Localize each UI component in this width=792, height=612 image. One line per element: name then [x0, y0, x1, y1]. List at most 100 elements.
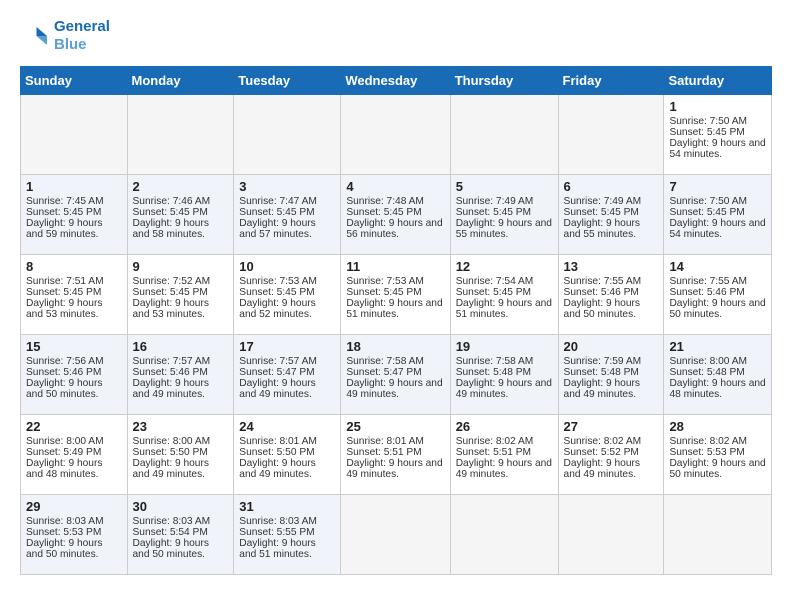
day-number: 16: [133, 339, 229, 354]
day-number: 4: [346, 179, 444, 194]
sunset: Sunset: 5:47 PM: [346, 367, 421, 378]
daylight: Daylight: 9 hours and 55 minutes.: [456, 218, 552, 240]
calendar-cell: 9 Sunrise: 7:52 AM Sunset: 5:45 PM Dayli…: [127, 255, 234, 335]
sunrise: Sunrise: 7:58 AM: [346, 356, 424, 367]
page: General Blue SundayMondayTuesdayWednesda…: [0, 0, 792, 585]
calendar-cell: 4 Sunrise: 7:48 AM Sunset: 5:45 PM Dayli…: [341, 175, 450, 255]
sunrise: Sunrise: 8:00 AM: [669, 356, 747, 367]
calendar-cell: 20 Sunrise: 7:59 AM Sunset: 5:48 PM Dayl…: [558, 335, 664, 415]
day-number: 11: [346, 259, 444, 274]
daylight: Daylight: 9 hours and 48 minutes.: [669, 378, 765, 400]
calendar-cell: 8 Sunrise: 7:51 AM Sunset: 5:45 PM Dayli…: [21, 255, 128, 335]
sunrise: Sunrise: 7:48 AM: [346, 196, 424, 207]
daylight: Daylight: 9 hours and 50 minutes.: [669, 298, 765, 320]
day-number: 14: [669, 259, 766, 274]
sunset: Sunset: 5:45 PM: [26, 287, 101, 298]
daylight: Daylight: 9 hours and 57 minutes.: [239, 218, 315, 240]
calendar-cell: 12 Sunrise: 7:54 AM Sunset: 5:45 PM Dayl…: [450, 255, 558, 335]
daylight: Daylight: 9 hours and 53 minutes.: [26, 298, 102, 320]
sunset: Sunset: 5:52 PM: [564, 447, 639, 458]
day-number: 18: [346, 339, 444, 354]
header: General Blue: [20, 18, 772, 54]
sunset: Sunset: 5:50 PM: [239, 447, 314, 458]
sunrise: Sunrise: 8:02 AM: [564, 436, 642, 447]
calendar-cell: 10 Sunrise: 7:53 AM Sunset: 5:45 PM Dayl…: [234, 255, 341, 335]
sunrise: Sunrise: 8:01 AM: [346, 436, 424, 447]
sunrise: Sunrise: 8:03 AM: [26, 516, 104, 527]
sunset: Sunset: 5:45 PM: [456, 287, 531, 298]
sunrise: Sunrise: 7:56 AM: [26, 356, 104, 367]
calendar-cell: [664, 495, 772, 575]
sunset: Sunset: 5:54 PM: [133, 527, 208, 538]
day-number: 28: [669, 419, 766, 434]
sunset: Sunset: 5:49 PM: [26, 447, 101, 458]
sunrise: Sunrise: 8:02 AM: [669, 436, 747, 447]
day-number: 29: [26, 499, 122, 514]
daylight: Daylight: 9 hours and 53 minutes.: [133, 298, 209, 320]
daylight: Daylight: 9 hours and 50 minutes.: [133, 538, 209, 560]
week-row-3: 15 Sunrise: 7:56 AM Sunset: 5:46 PM Dayl…: [21, 335, 772, 415]
calendar-cell: 14 Sunrise: 7:55 AM Sunset: 5:46 PM Dayl…: [664, 255, 772, 335]
sunset: Sunset: 5:51 PM: [346, 447, 421, 458]
day-number: 27: [564, 419, 659, 434]
day-number: 7: [669, 179, 766, 194]
day-number: 8: [26, 259, 122, 274]
calendar-cell: 16 Sunrise: 7:57 AM Sunset: 5:46 PM Dayl…: [127, 335, 234, 415]
day-number: 22: [26, 419, 122, 434]
sunrise: Sunrise: 7:49 AM: [456, 196, 534, 207]
daylight: Daylight: 9 hours and 49 minutes.: [564, 458, 640, 480]
day-header-sunday: Sunday: [21, 67, 128, 95]
day-header-saturday: Saturday: [664, 67, 772, 95]
day-header-tuesday: Tuesday: [234, 67, 341, 95]
daylight: Daylight: 9 hours and 56 minutes.: [346, 218, 442, 240]
day-number: 1: [26, 179, 122, 194]
calendar-cell: 17 Sunrise: 7:57 AM Sunset: 5:47 PM Dayl…: [234, 335, 341, 415]
calendar-cell: 30 Sunrise: 8:03 AM Sunset: 5:54 PM Dayl…: [127, 495, 234, 575]
sunset: Sunset: 5:50 PM: [133, 447, 208, 458]
calendar-cell: 3 Sunrise: 7:47 AM Sunset: 5:45 PM Dayli…: [234, 175, 341, 255]
sunset: Sunset: 5:45 PM: [26, 207, 101, 218]
sunset: Sunset: 5:45 PM: [346, 207, 421, 218]
calendar-cell: [341, 495, 450, 575]
sunrise: Sunrise: 7:59 AM: [564, 356, 642, 367]
sunset: Sunset: 5:45 PM: [133, 207, 208, 218]
sunrise: Sunrise: 7:57 AM: [239, 356, 317, 367]
calendar-cell: 15 Sunrise: 7:56 AM Sunset: 5:46 PM Dayl…: [21, 335, 128, 415]
daylight: Daylight: 9 hours and 48 minutes.: [26, 458, 102, 480]
day-number: 2: [133, 179, 229, 194]
sunset: Sunset: 5:45 PM: [239, 207, 314, 218]
calendar-cell: 24 Sunrise: 8:01 AM Sunset: 5:50 PM Dayl…: [234, 415, 341, 495]
day-number: 21: [669, 339, 766, 354]
calendar-cell: 23 Sunrise: 8:00 AM Sunset: 5:50 PM Dayl…: [127, 415, 234, 495]
calendar-body: 1 Sunrise: 7:50 AM Sunset: 5:45 PM Dayli…: [21, 95, 772, 575]
sunset: Sunset: 5:45 PM: [456, 207, 531, 218]
calendar-cell: 2 Sunrise: 7:46 AM Sunset: 5:45 PM Dayli…: [127, 175, 234, 255]
calendar-cell: 22 Sunrise: 8:00 AM Sunset: 5:49 PM Dayl…: [21, 415, 128, 495]
day-number: 19: [456, 339, 553, 354]
daylight: Daylight: 9 hours and 59 minutes.: [26, 218, 102, 240]
daylight: Daylight: 9 hours and 50 minutes.: [564, 298, 640, 320]
day-number: 30: [133, 499, 229, 514]
calendar-cell: 19 Sunrise: 7:58 AM Sunset: 5:48 PM Dayl…: [450, 335, 558, 415]
calendar-cell: [450, 495, 558, 575]
calendar-cell: [450, 95, 558, 175]
daylight: Daylight: 9 hours and 55 minutes.: [564, 218, 640, 240]
days-header-row: SundayMondayTuesdayWednesdayThursdayFrid…: [21, 67, 772, 95]
day-number: 23: [133, 419, 229, 434]
calendar-cell: 28 Sunrise: 8:02 AM Sunset: 5:53 PM Dayl…: [664, 415, 772, 495]
sunrise: Sunrise: 7:46 AM: [133, 196, 211, 207]
sunset: Sunset: 5:46 PM: [133, 367, 208, 378]
daylight: Daylight: 9 hours and 51 minutes.: [239, 538, 315, 560]
day-number: 10: [239, 259, 335, 274]
sunset: Sunset: 5:51 PM: [456, 447, 531, 458]
sunset: Sunset: 5:45 PM: [564, 207, 639, 218]
calendar-cell: [558, 95, 664, 175]
day-header-thursday: Thursday: [450, 67, 558, 95]
sunset: Sunset: 5:46 PM: [26, 367, 101, 378]
calendar-cell: 27 Sunrise: 8:02 AM Sunset: 5:52 PM Dayl…: [558, 415, 664, 495]
calendar-table: SundayMondayTuesdayWednesdayThursdayFrid…: [20, 66, 772, 575]
sunset: Sunset: 5:46 PM: [564, 287, 639, 298]
daylight: Daylight: 9 hours and 50 minutes.: [26, 378, 102, 400]
daylight: Daylight: 9 hours and 49 minutes.: [133, 458, 209, 480]
week-row-1: 1 Sunrise: 7:45 AM Sunset: 5:45 PM Dayli…: [21, 175, 772, 255]
